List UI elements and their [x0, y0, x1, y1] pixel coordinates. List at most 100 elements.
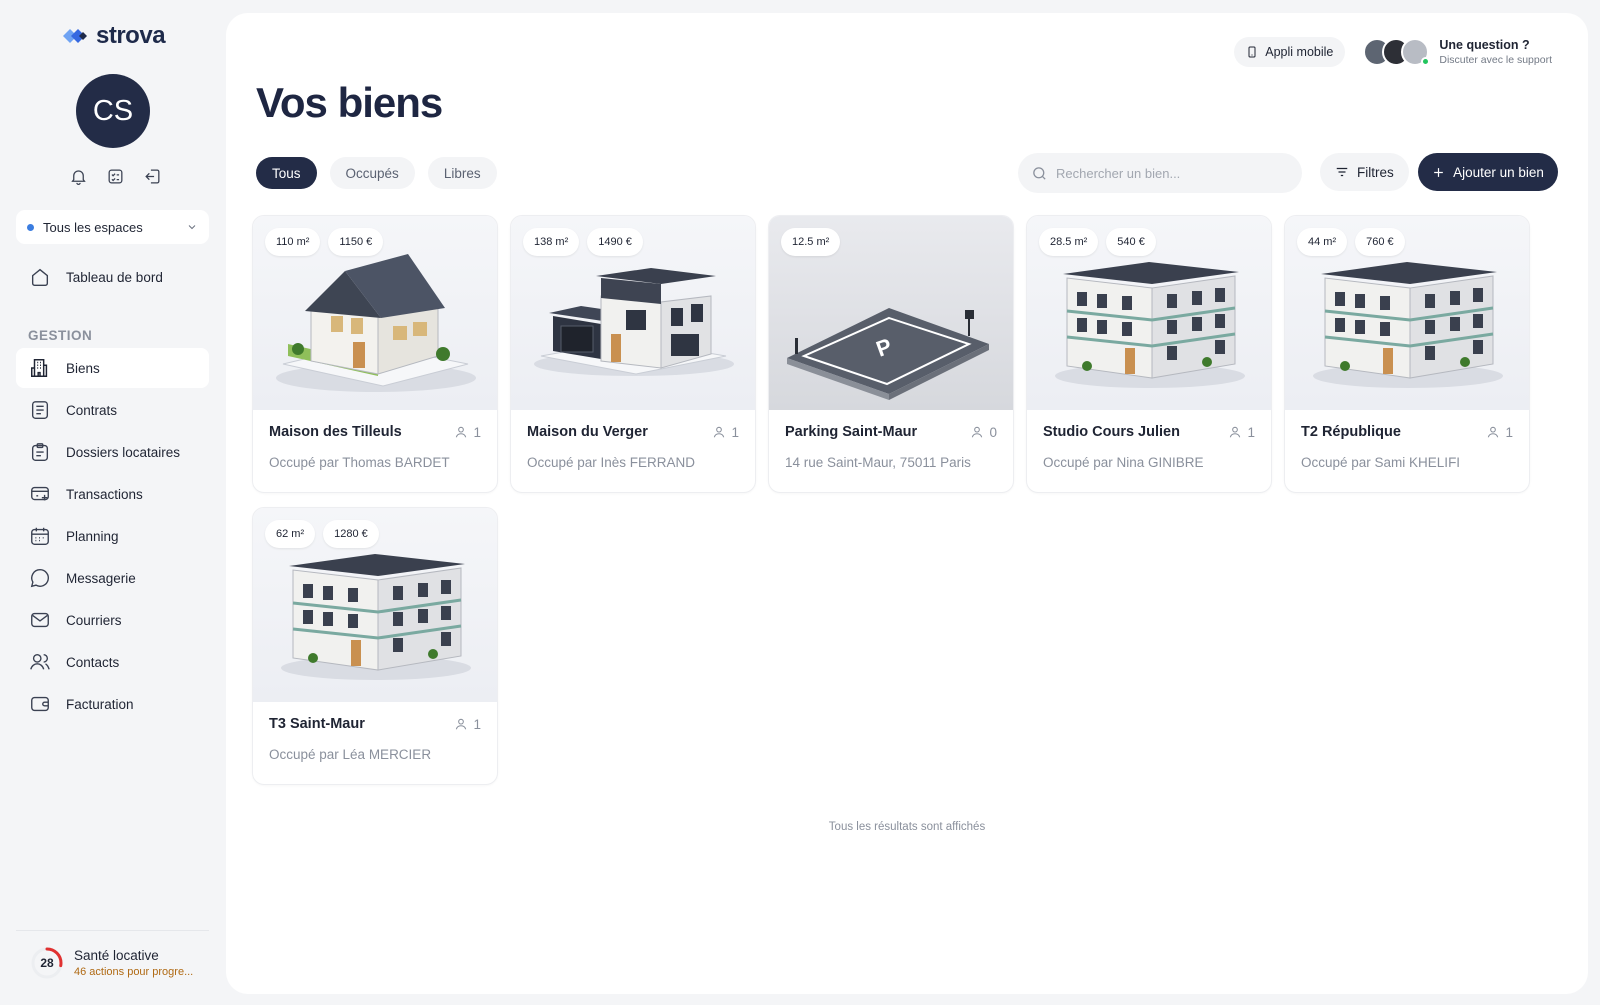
property-badges: 12.5 m²: [781, 228, 841, 256]
quick-actions: [66, 164, 164, 188]
filters-button[interactable]: Filtres: [1320, 153, 1409, 191]
online-indicator: [1421, 57, 1431, 66]
property-card[interactable]: 110 m² 1150 € Maison des Tilleuls 1 Occu…: [252, 215, 498, 493]
property-subtitle: Occupé par Sami KHELIFI: [1301, 455, 1461, 470]
property-badges: 28.5 m² 540 €: [1039, 228, 1156, 256]
property-image-modern-house: 138 m² 1490 €: [511, 216, 755, 410]
occupants-count: 1: [1486, 425, 1513, 440]
property-card[interactable]: 138 m² 1490 € Maison du Verger 1 Occupé …: [510, 215, 756, 493]
person-icon: [456, 718, 467, 730]
surface-badge: 138 m²: [523, 228, 580, 256]
person-icon: [456, 426, 467, 438]
filter-icon: [1336, 167, 1348, 177]
contacts-icon: [29, 651, 51, 673]
health-score-widget[interactable]: 28 Santé locative 46 actions pour progre…: [30, 946, 193, 980]
search-input[interactable]: [1056, 165, 1286, 181]
property-name: Maison des Tilleuls: [269, 424, 402, 440]
support-chat-button[interactable]: Une question ? Discuter avec le support: [1363, 38, 1552, 66]
person-icon: [1488, 426, 1499, 438]
person-icon: [972, 426, 983, 438]
section-label-gestion: GESTION: [28, 328, 93, 343]
tab-occupes[interactable]: Occupés: [329, 157, 415, 189]
occupants-value: 1: [473, 716, 481, 732]
property-image-parking: P 12.5 m²: [769, 216, 1013, 410]
user-avatar[interactable]: CS: [76, 74, 150, 148]
occupants-value: 1: [1247, 424, 1255, 440]
property-subtitle: Occupé par Inès FERRAND: [527, 455, 696, 470]
property-badges: 44 m² 760 €: [1297, 228, 1405, 256]
property-subtitle: Occupé par Léa MERCIER: [269, 747, 432, 762]
property-subtitle: 14 rue Saint-Maur, 75011 Paris: [785, 455, 971, 470]
search-bar: [1018, 153, 1302, 193]
property-subtitle: Occupé par Thomas BARDET: [269, 455, 450, 470]
health-score-value: 28: [40, 956, 54, 970]
nav-item-contrats[interactable]: Contrats: [16, 390, 209, 430]
property-card[interactable]: P 12.5 m² Parking Saint-Maur 0 14 rue Sa…: [768, 215, 1014, 493]
nav-item-contacts[interactable]: Contacts: [16, 642, 209, 682]
nav-item-dashboard[interactable]: Tableau de bord: [16, 257, 209, 297]
occupants-value: 1: [731, 424, 739, 440]
add-property-label: Ajouter un bien: [1453, 164, 1544, 180]
nav-item-dossiers-locataires[interactable]: Dossiers locataires: [16, 432, 209, 472]
property-badges: 138 m² 1490 €: [523, 228, 643, 256]
sidebar-divider: [16, 930, 209, 931]
nav-item-messagerie[interactable]: Messagerie: [16, 558, 209, 598]
header-actions: Appli mobile Une question ? Discuter ave…: [1234, 37, 1552, 67]
home-icon: [29, 266, 51, 288]
surface-badge: 44 m²: [1297, 228, 1348, 256]
occupants-count: 0: [970, 425, 997, 440]
chat-icon: [29, 567, 51, 589]
health-subtitle: 46 actions pour progre...: [74, 966, 194, 978]
property-card[interactable]: 44 m² 760 € T2 République 1 Occupé par S…: [1284, 215, 1530, 493]
mobile-app-button[interactable]: Appli mobile: [1234, 37, 1346, 67]
occupants-count: 1: [1228, 425, 1255, 440]
surface-badge: 62 m²: [265, 520, 316, 548]
space-status-dot: [27, 223, 34, 231]
nav-item-label: Transactions: [66, 486, 143, 502]
nav-item-courriers[interactable]: Courriers: [16, 600, 209, 640]
occupants-count: 1: [454, 425, 481, 440]
rent-badge: 1280 €: [323, 520, 379, 548]
property-card[interactable]: 28.5 m² 540 € Studio Cours Julien 1 Occu…: [1026, 215, 1272, 493]
nav-item-facturation[interactable]: Facturation: [16, 684, 209, 724]
tab-tous[interactable]: Tous: [256, 157, 317, 189]
support-avatars: [1363, 38, 1431, 66]
nav-item-label: Courriers: [66, 612, 122, 628]
person-icon: [714, 426, 725, 438]
nav-item-planning[interactable]: Planning: [16, 516, 209, 556]
bell-icon[interactable]: [66, 164, 90, 188]
filters-label: Filtres: [1357, 164, 1394, 180]
chevron-down-icon: [188, 225, 196, 230]
property-name: T3 Saint-Maur: [269, 716, 365, 732]
occupants-value: 0: [989, 424, 997, 440]
logo-icon: [63, 29, 87, 43]
property-name: Studio Cours Julien: [1043, 424, 1180, 440]
mobile-app-label: Appli mobile: [1265, 45, 1334, 59]
space-selector[interactable]: Tous les espaces: [16, 210, 209, 244]
support-subtitle: Discuter avec le support: [1439, 54, 1552, 66]
add-property-button[interactable]: Ajouter un bien: [1418, 153, 1558, 191]
tab-libres[interactable]: Libres: [427, 157, 497, 189]
rent-badge: 1490 €: [587, 228, 643, 256]
brand-name: strova: [96, 22, 166, 49]
logout-icon[interactable]: [140, 164, 164, 188]
results-footer-note: Tous les résultats sont affichés: [828, 821, 986, 833]
nav-item-label: Contacts: [66, 654, 120, 670]
occupants-value: 1: [1505, 424, 1513, 440]
brand-logo[interactable]: strova: [62, 22, 166, 50]
surface-badge: 28.5 m²: [1039, 228, 1099, 256]
property-image-apartment-building: 62 m² 1280 €: [253, 508, 497, 702]
property-name: Parking Saint-Maur: [785, 424, 918, 440]
nav-item-label: Dossiers locataires: [66, 444, 181, 460]
transactions-icon: [29, 483, 51, 505]
property-name: T2 République: [1301, 424, 1401, 440]
surface-badge: 12.5 m²: [781, 228, 841, 256]
nav-item-label: Planning: [66, 528, 119, 544]
building-icon: [29, 357, 51, 379]
nav-item-transactions[interactable]: Transactions: [16, 474, 209, 514]
person-icon: [1230, 426, 1241, 438]
property-card[interactable]: 62 m² 1280 € T3 Saint-Maur 1 Occupé par …: [252, 507, 498, 785]
rent-badge: 760 €: [1355, 228, 1405, 256]
nav-item-biens[interactable]: Biens: [16, 348, 209, 388]
checklist-icon[interactable]: [103, 164, 127, 188]
